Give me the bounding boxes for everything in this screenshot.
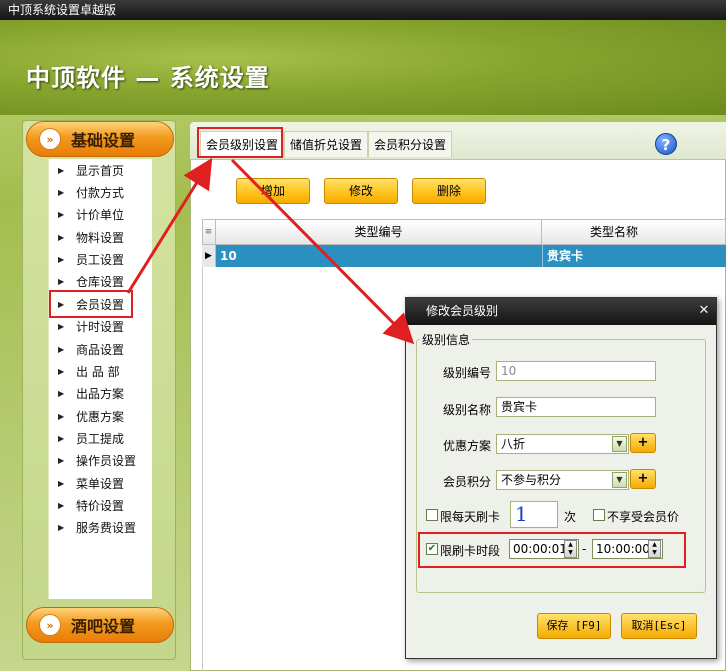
dialog-title: 修改会员级别 bbox=[406, 298, 716, 325]
triangle-right-icon: ▶ bbox=[58, 321, 65, 331]
chevron-down-icon[interactable]: ▼ bbox=[612, 436, 627, 452]
grid-corner: ≡ bbox=[202, 219, 216, 245]
triangle-right-icon: ▶ bbox=[58, 411, 65, 421]
category-basic-settings-button[interactable]: » 基础设置 bbox=[26, 121, 174, 157]
category-bar-label: 酒吧设置 bbox=[71, 617, 136, 636]
add-discount-plan-button[interactable]: + bbox=[630, 433, 656, 453]
sidebar-item-operator[interactable]: ▶ 操作员设置 bbox=[50, 450, 150, 470]
edit-button[interactable]: 修改 bbox=[324, 178, 398, 204]
triangle-right-icon: ▶ bbox=[58, 232, 65, 242]
level-code-label: 级别编号 bbox=[443, 366, 492, 380]
tab-member-points[interactable]: 会员积分设置 bbox=[368, 131, 453, 157]
discount-plan-label: 优惠方案 bbox=[443, 439, 492, 453]
sidebar-item-staff[interactable]: ▶ 员工设置 bbox=[50, 249, 150, 269]
app-title: 中顶软件 — 系统设置 bbox=[26, 64, 270, 92]
member-points-select[interactable]: 不参与积分 bbox=[496, 470, 629, 490]
triangle-right-icon: ▶ bbox=[58, 388, 65, 398]
double-chevron-icon: » bbox=[39, 128, 61, 150]
delete-button[interactable]: 删除 bbox=[412, 178, 486, 204]
triangle-right-icon: ▶ bbox=[58, 276, 65, 286]
chevron-down-icon[interactable]: ▼ bbox=[612, 472, 627, 488]
sidebar-item-home[interactable]: ▶ 显示首页 bbox=[50, 160, 150, 180]
no-member-price-checkbox[interactable] bbox=[593, 509, 605, 521]
triangle-right-icon: ▶ bbox=[58, 500, 65, 510]
daily-limit-unit: 次 bbox=[564, 510, 577, 524]
triangle-right-icon: ▶ bbox=[58, 344, 65, 354]
level-name-field[interactable]: 贵宾卡 bbox=[496, 397, 656, 417]
add-button[interactable]: 增加 bbox=[236, 178, 310, 204]
member-points-label: 会员积分 bbox=[443, 475, 492, 489]
triangle-right-icon: ▶ bbox=[58, 478, 65, 488]
double-chevron-icon: » bbox=[39, 614, 61, 636]
help-icon[interactable]: ? bbox=[655, 133, 677, 155]
sidebar-item-goods[interactable]: ▶ 商品设置 bbox=[50, 339, 150, 359]
cell-code: 10 bbox=[220, 249, 237, 263]
tab-stored-value[interactable]: 储值折兑设置 bbox=[284, 131, 369, 157]
sidebar-item-output-dept[interactable]: ▶ 出 品 部 bbox=[50, 361, 150, 381]
sidebar-item-timing[interactable]: ▶ 计时设置 bbox=[50, 316, 150, 336]
triangle-right-icon: ▶ bbox=[58, 455, 65, 465]
sidebar-item-menu[interactable]: ▶ 菜单设置 bbox=[50, 473, 150, 493]
sidebar-item-discount-plan[interactable]: ▶ 优惠方案 bbox=[50, 406, 150, 426]
highlight-member-settings bbox=[49, 290, 133, 318]
triangle-right-icon: ▶ bbox=[58, 209, 65, 219]
sidebar-item-service-fee[interactable]: ▶ 服务费设置 bbox=[50, 517, 150, 537]
discount-plan-select[interactable]: 八折 bbox=[496, 434, 629, 454]
triangle-right-icon: ▶ bbox=[58, 254, 65, 264]
daily-limit-label: 限每天刷卡 bbox=[440, 510, 501, 524]
level-name-label: 级别名称 bbox=[443, 403, 492, 417]
sidebar-item-unit[interactable]: ▶ 计价单位 bbox=[50, 204, 150, 224]
window-title: 中顶系统设置卓越版 bbox=[0, 0, 726, 20]
row-indicator-icon: ▶ bbox=[202, 245, 216, 267]
close-icon[interactable]: ✕ bbox=[697, 304, 711, 318]
save-button[interactable]: 保存 [F9] bbox=[537, 613, 611, 639]
sidebar-item-commission[interactable]: ▶ 员工提成 bbox=[50, 428, 150, 448]
daily-limit-checkbox[interactable] bbox=[426, 509, 438, 521]
triangle-right-icon: ▶ bbox=[58, 433, 65, 443]
group-legend: 级别信息 bbox=[420, 331, 473, 348]
triangle-right-icon: ▶ bbox=[58, 522, 65, 532]
triangle-right-icon: ▶ bbox=[58, 165, 65, 175]
triangle-right-icon: ▶ bbox=[58, 366, 65, 376]
category-basic-label: 基础设置 bbox=[71, 131, 136, 150]
sidebar-item-material[interactable]: ▶ 物料设置 bbox=[50, 227, 150, 247]
sidebar-item-payment[interactable]: ▶ 付款方式 bbox=[50, 182, 150, 202]
sidebar-item-special-price[interactable]: ▶ 特价设置 bbox=[50, 495, 150, 515]
column-header-code[interactable]: 类型编号 bbox=[216, 219, 542, 245]
triangle-right-icon: ▶ bbox=[58, 187, 65, 197]
daily-limit-count-field[interactable]: 1 bbox=[510, 501, 558, 528]
highlight-time-limit bbox=[418, 532, 686, 568]
category-bar-settings-button[interactable]: » 酒吧设置 bbox=[26, 607, 174, 643]
add-member-points-button[interactable]: + bbox=[630, 469, 656, 489]
sidebar-item-warehouse[interactable]: ▶ 仓库设置 bbox=[50, 271, 150, 291]
column-header-name[interactable]: 类型名称 bbox=[590, 219, 726, 245]
highlight-member-level-tab bbox=[197, 127, 283, 158]
cancel-button[interactable]: 取消[Esc] bbox=[621, 613, 697, 639]
sidebar-item-output-plan[interactable]: ▶ 出品方案 bbox=[50, 383, 150, 403]
level-code-field[interactable]: 10 bbox=[496, 361, 656, 381]
cell-name: 贵宾卡 bbox=[542, 245, 726, 267]
no-member-price-label: 不享受会员价 bbox=[607, 510, 680, 524]
